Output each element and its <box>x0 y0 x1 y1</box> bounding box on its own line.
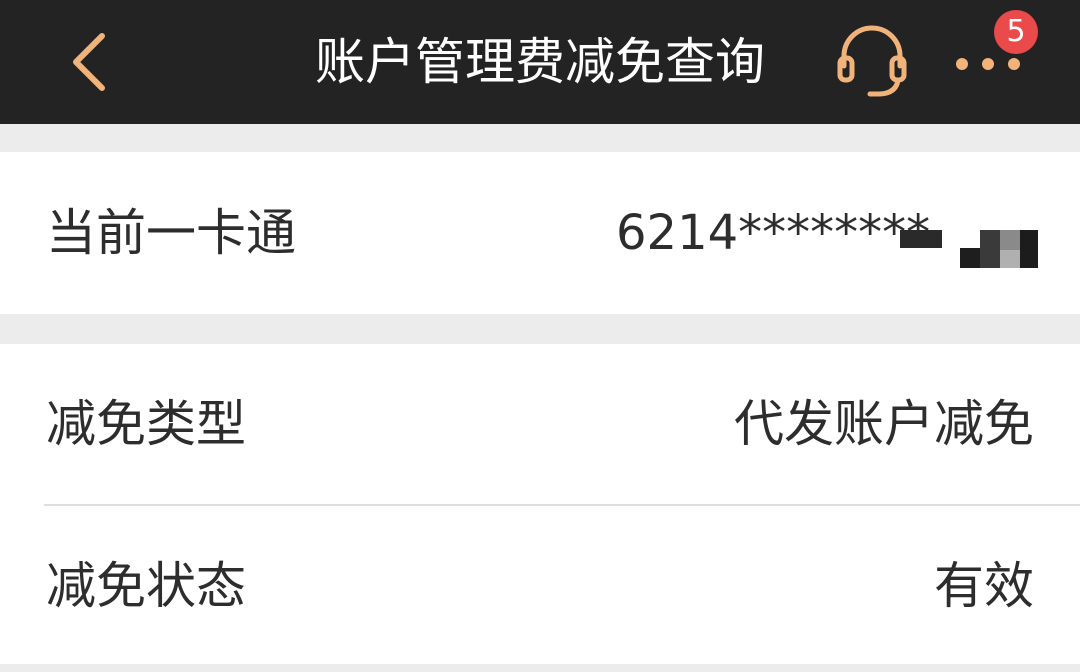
details-section: 减免类型 代发账户减免 减免状态 有效 <box>0 344 1080 664</box>
detail-label: 减免类型 <box>46 395 246 453</box>
card-label: 当前一卡通 <box>46 204 296 262</box>
notification-badge: 5 <box>994 10 1038 54</box>
top-navigation-bar: 账户管理费减免查询 5 <box>0 0 1080 124</box>
detail-row-type: 减免类型 代发账户减免 <box>0 344 1080 506</box>
detail-label: 减免状态 <box>46 557 246 615</box>
page-title: 账户管理费减免查询 <box>315 33 765 91</box>
card-number: 6214******** <box>616 205 931 261</box>
chevron-left-icon[interactable] <box>58 28 122 96</box>
page: 账户管理费减免查询 5 当前一卡通 6214******** 减免类型 代发账户… <box>0 0 1080 672</box>
detail-value: 有效 <box>934 557 1034 615</box>
headset-icon[interactable] <box>834 22 910 100</box>
detail-row-status: 减免状态 有效 <box>0 506 1080 666</box>
detail-value: 代发账户减免 <box>734 395 1034 453</box>
redaction-mask <box>900 230 1040 270</box>
